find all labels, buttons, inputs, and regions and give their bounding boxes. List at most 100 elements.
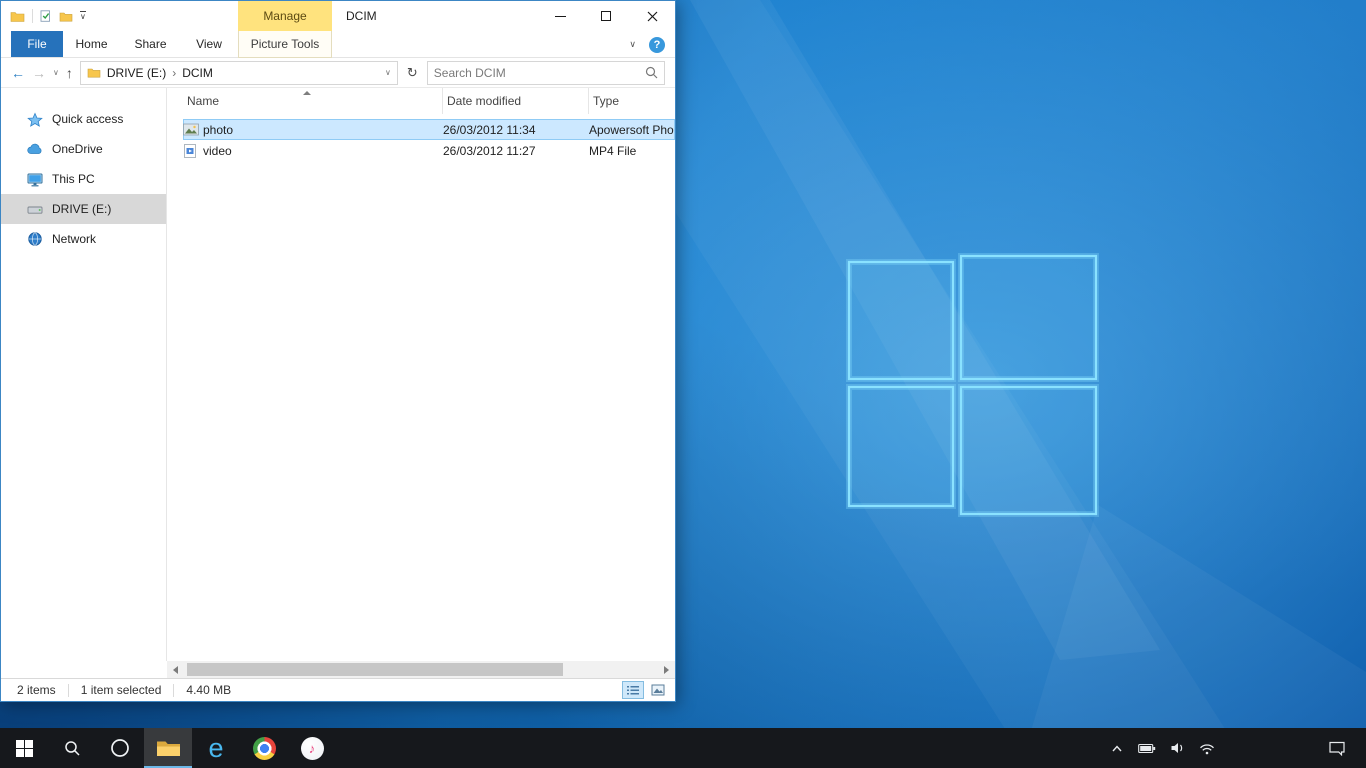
sidebar-item-this-pc[interactable]: This PC: [1, 164, 166, 194]
itunes-icon: ♪: [301, 737, 324, 760]
sort-ascending-icon: [303, 91, 311, 95]
tab-view[interactable]: View: [181, 31, 237, 57]
file-explorer-window: ∨ Manage DCIM File Home Share View Pictu…: [0, 0, 676, 702]
taskbar-file-explorer-button[interactable]: [144, 728, 192, 768]
windows-start-icon: [16, 740, 33, 757]
file-rows: photo 26/03/2012 11:34 Apowersoft Pho: [167, 119, 675, 161]
help-button[interactable]: ?: [649, 37, 665, 53]
address-dropdown-icon[interactable]: ∨: [385, 68, 391, 77]
ribbon-collapse-icon[interactable]: ∨: [629, 39, 636, 50]
sidebar-item-label: Network: [52, 232, 96, 246]
sidebar-item-drive-e[interactable]: DRIVE (E:): [1, 194, 166, 224]
file-name: video: [203, 144, 443, 158]
taskbar-itunes-button[interactable]: ♪: [288, 728, 336, 768]
search-input[interactable]: [434, 66, 641, 80]
large-icons-view-icon: [651, 684, 665, 696]
horizontal-scrollbar[interactable]: [167, 661, 675, 678]
scroll-right-button[interactable]: [658, 661, 675, 678]
battery-button[interactable]: [1136, 728, 1158, 768]
file-explorer-folder-icon: [156, 738, 181, 758]
ribbon-tabs: File Home Share View Picture Tools ∨ ?: [1, 31, 675, 58]
taskbar-search-button[interactable]: [48, 728, 96, 768]
scroll-right-icon: [664, 666, 669, 674]
wifi-icon: [1199, 741, 1215, 755]
column-header-date-modified[interactable]: Date modified: [443, 88, 589, 114]
scroll-left-icon: [173, 666, 178, 674]
qat-separator: [32, 9, 33, 23]
file-type: MP4 File: [589, 144, 675, 158]
sidebar-item-label: This PC: [52, 172, 95, 186]
search-box: [427, 61, 665, 85]
refresh-button[interactable]: ↻: [407, 65, 418, 81]
maximize-icon: [601, 11, 611, 21]
cortana-button[interactable]: [96, 728, 144, 768]
scrollbar-thumb[interactable]: [187, 663, 563, 676]
breadcrumb-drive[interactable]: DRIVE (E:): [107, 66, 166, 80]
forward-button[interactable]: →: [32, 66, 46, 80]
window-title: DCIM: [346, 1, 377, 31]
ribbon-contextual-group-manage[interactable]: Manage: [238, 1, 332, 31]
cortana-ring-icon: [110, 738, 130, 758]
action-center-button[interactable]: [1318, 728, 1356, 768]
speaker-icon: [1170, 740, 1185, 756]
back-button[interactable]: ←: [11, 66, 25, 80]
taskbar-chrome-button[interactable]: [240, 728, 288, 768]
file-row-photo[interactable]: photo 26/03/2012 11:34 Apowersoft Pho: [183, 119, 675, 140]
status-separator: [68, 684, 69, 697]
column-header-name[interactable]: Name: [183, 88, 443, 114]
sidebar-item-quick-access[interactable]: Quick access: [1, 104, 166, 134]
address-bar[interactable]: DRIVE (E:) › DCIM ∨: [80, 61, 398, 85]
minimize-icon: [555, 16, 566, 17]
tray-expand-button[interactable]: [1106, 728, 1128, 768]
quick-access-star-icon: [27, 112, 43, 127]
address-toolbar: ← → ∨ ↑ DRIVE (E:) › DCIM ∨ ↻: [1, 58, 675, 88]
maximize-button[interactable]: [583, 1, 629, 31]
content-area: Quick access OneDrive This PC: [1, 88, 675, 661]
breadcrumb-folder[interactable]: DCIM: [182, 66, 213, 80]
minimize-button[interactable]: [537, 1, 583, 31]
recent-locations-button[interactable]: ∨: [53, 68, 59, 77]
file-date-modified: 26/03/2012 11:27: [443, 144, 589, 158]
up-button[interactable]: ↑: [66, 66, 73, 80]
breadcrumb-separator: ›: [172, 66, 176, 80]
system-tray: [1106, 728, 1218, 768]
sidebar-item-label: DRIVE (E:): [52, 202, 111, 216]
selection-size: 4.40 MB: [186, 683, 231, 697]
qat-new-folder-icon[interactable]: [59, 11, 73, 22]
search-icon: [645, 66, 658, 79]
chevron-up-icon: [1109, 741, 1125, 755]
network-button[interactable]: [1196, 728, 1218, 768]
close-icon: [647, 11, 658, 22]
action-center-icon: [1328, 740, 1346, 756]
column-header-type-label: Type: [593, 94, 619, 108]
start-button[interactable]: [0, 728, 48, 768]
tab-file[interactable]: File: [11, 31, 63, 57]
volume-button[interactable]: [1166, 728, 1188, 768]
items-count: 2 items: [17, 683, 56, 697]
taskbar-internet-explorer-button[interactable]: e: [192, 728, 240, 768]
large-icons-view-button[interactable]: [647, 681, 669, 699]
column-header-type[interactable]: Type: [589, 88, 675, 114]
tab-picture-tools[interactable]: Picture Tools: [238, 31, 332, 58]
tab-share[interactable]: Share: [120, 31, 181, 57]
sidebar-item-onedrive[interactable]: OneDrive: [1, 134, 166, 164]
file-row-video[interactable]: video 26/03/2012 11:27 MP4 File: [183, 140, 675, 161]
internet-explorer-icon: e: [208, 735, 223, 762]
close-button[interactable]: [629, 1, 675, 31]
column-header-date-label: Date modified: [447, 94, 521, 108]
search-icon: [64, 740, 81, 757]
qat-properties-icon[interactable]: [40, 10, 52, 22]
tab-home[interactable]: Home: [63, 31, 120, 57]
status-separator: [173, 684, 174, 697]
quick-access-toolbar: ∨: [1, 9, 86, 23]
details-view-button[interactable]: [622, 681, 644, 699]
qat-customize-button[interactable]: ∨: [80, 11, 86, 21]
ribbon-right-controls: ∨ ?: [629, 31, 665, 58]
sidebar-item-network[interactable]: Network: [1, 224, 166, 254]
scroll-left-button[interactable]: [167, 661, 184, 678]
screen: ∨ Manage DCIM File Home Share View Pictu…: [0, 0, 1366, 768]
navigation-pane: Quick access OneDrive This PC: [1, 88, 167, 661]
explorer-app-icon[interactable]: [10, 10, 25, 22]
selection-count: 1 item selected: [81, 683, 162, 697]
file-name: photo: [203, 123, 443, 137]
